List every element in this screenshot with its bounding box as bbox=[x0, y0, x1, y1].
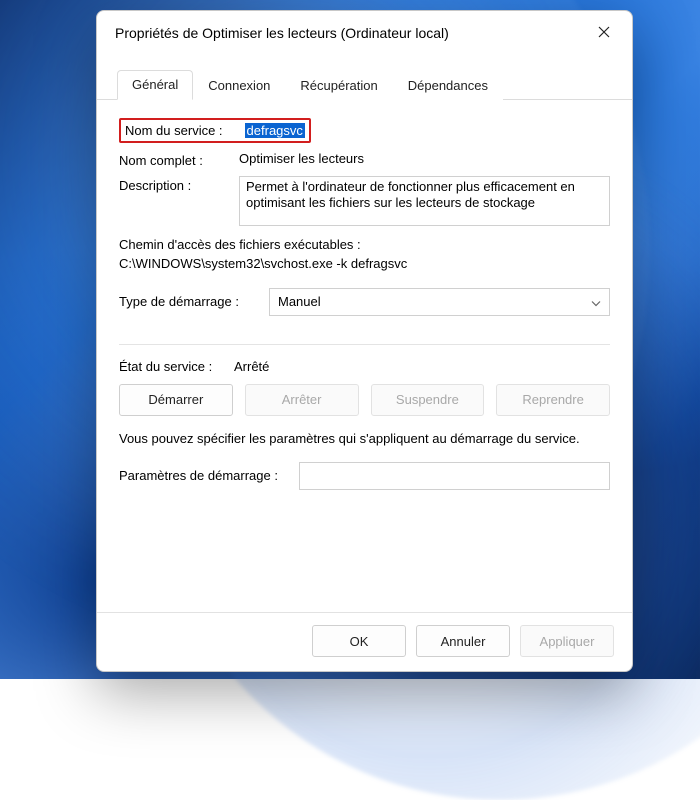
window-title: Propriétés de Optimiser les lecteurs (Or… bbox=[115, 25, 582, 41]
pause-button: Suspendre bbox=[371, 384, 485, 416]
start-params-label: Paramètres de démarrage : bbox=[119, 468, 289, 483]
exe-path-value: C:\WINDOWS\system32\svchost.exe -k defra… bbox=[119, 255, 610, 274]
apply-button: Appliquer bbox=[520, 625, 614, 657]
properties-dialog: Propriétés de Optimiser les lecteurs (Or… bbox=[96, 10, 633, 672]
tab-logon[interactable]: Connexion bbox=[193, 71, 285, 100]
stop-button: Arrêter bbox=[245, 384, 359, 416]
ok-button[interactable]: OK bbox=[312, 625, 406, 657]
tab-recovery[interactable]: Récupération bbox=[285, 71, 392, 100]
dialog-footer: OK Annuler Appliquer bbox=[97, 612, 632, 671]
service-state-label: État du service : bbox=[119, 359, 234, 374]
titlebar: Propriétés de Optimiser les lecteurs (Or… bbox=[97, 11, 632, 55]
separator bbox=[119, 344, 610, 345]
startup-type-select[interactable]: Manuel bbox=[269, 288, 610, 316]
service-state-value: Arrêté bbox=[234, 359, 269, 374]
display-name-label: Nom complet : bbox=[119, 151, 239, 168]
resume-button: Reprendre bbox=[496, 384, 610, 416]
display-name-value: Optimiser les lecteurs bbox=[239, 151, 610, 166]
tab-general[interactable]: Général bbox=[117, 70, 193, 100]
startup-type-label: Type de démarrage : bbox=[119, 294, 269, 309]
tab-bar: Général Connexion Récupération Dépendanc… bbox=[97, 55, 632, 100]
chevron-down-icon bbox=[591, 294, 601, 309]
start-params-input[interactable] bbox=[299, 462, 610, 490]
cancel-button[interactable]: Annuler bbox=[416, 625, 510, 657]
service-name-label: Nom du service : bbox=[125, 121, 223, 138]
service-name-value[interactable]: defragsvc bbox=[245, 123, 305, 138]
tab-dependencies[interactable]: Dépendances bbox=[393, 71, 503, 100]
start-params-hint: Vous pouvez spécifier les paramètres qui… bbox=[119, 430, 610, 448]
description-textarea[interactable] bbox=[239, 176, 610, 226]
service-name-highlight: Nom du service : defragsvc bbox=[119, 118, 311, 143]
close-icon bbox=[598, 26, 610, 41]
exe-path-label: Chemin d'accès des fichiers exécutables … bbox=[119, 236, 610, 255]
tab-panel-general: Nom du service : defragsvc Nom complet :… bbox=[97, 100, 632, 612]
start-button[interactable]: Démarrer bbox=[119, 384, 233, 416]
close-button[interactable] bbox=[582, 18, 626, 48]
startup-type-value: Manuel bbox=[278, 294, 321, 309]
description-label: Description : bbox=[119, 176, 239, 193]
